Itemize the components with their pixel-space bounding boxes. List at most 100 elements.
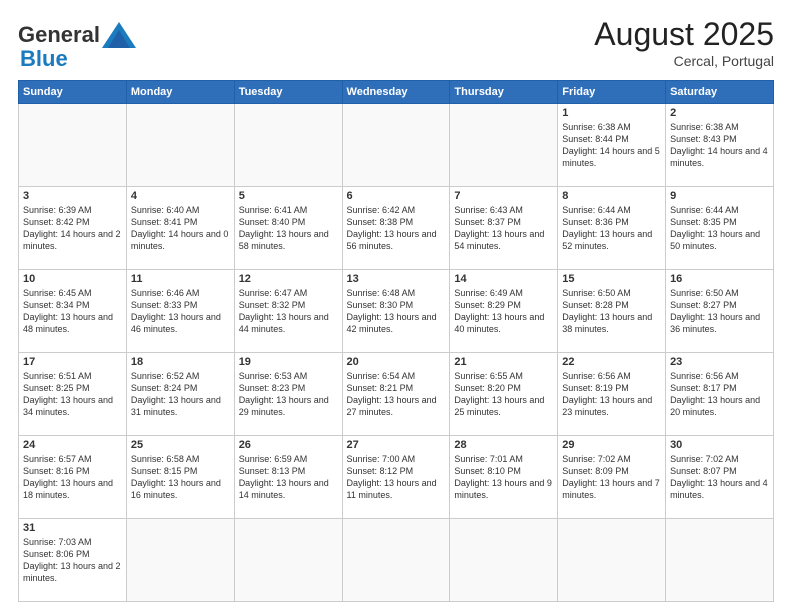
day-info: Sunrise: 7:02 AM Sunset: 8:07 PM Dayligh… — [670, 453, 769, 502]
table-row — [126, 519, 234, 602]
col-monday: Monday — [126, 81, 234, 104]
col-wednesday: Wednesday — [342, 81, 450, 104]
col-thursday: Thursday — [450, 81, 558, 104]
table-row: 23Sunrise: 6:56 AM Sunset: 8:17 PM Dayli… — [666, 353, 774, 436]
day-info: Sunrise: 6:53 AM Sunset: 8:23 PM Dayligh… — [239, 370, 338, 419]
day-number: 31 — [23, 522, 122, 534]
day-number: 15 — [562, 273, 661, 285]
day-number: 3 — [23, 190, 122, 202]
day-info: Sunrise: 6:40 AM Sunset: 8:41 PM Dayligh… — [131, 204, 230, 253]
day-number: 12 — [239, 273, 338, 285]
day-info: Sunrise: 6:56 AM Sunset: 8:19 PM Dayligh… — [562, 370, 661, 419]
table-row — [450, 104, 558, 187]
day-info: Sunrise: 6:58 AM Sunset: 8:15 PM Dayligh… — [131, 453, 230, 502]
day-number: 18 — [131, 356, 230, 368]
day-info: Sunrise: 6:49 AM Sunset: 8:29 PM Dayligh… — [454, 287, 553, 336]
day-number: 30 — [670, 439, 769, 451]
day-info: Sunrise: 6:39 AM Sunset: 8:42 PM Dayligh… — [23, 204, 122, 253]
table-row: 11Sunrise: 6:46 AM Sunset: 8:33 PM Dayli… — [126, 270, 234, 353]
calendar-header-row: Sunday Monday Tuesday Wednesday Thursday… — [19, 81, 774, 104]
col-tuesday: Tuesday — [234, 81, 342, 104]
table-row — [234, 104, 342, 187]
day-number: 2 — [670, 107, 769, 119]
table-row: 19Sunrise: 6:53 AM Sunset: 8:23 PM Dayli… — [234, 353, 342, 436]
logo-text: General Blue — [18, 16, 138, 72]
table-row: 16Sunrise: 6:50 AM Sunset: 8:27 PM Dayli… — [666, 270, 774, 353]
day-info: Sunrise: 6:56 AM Sunset: 8:17 PM Dayligh… — [670, 370, 769, 419]
day-number: 4 — [131, 190, 230, 202]
table-row: 7 Sunrise: 6:43 AM Sunset: 8:37 PM Daylig… — [450, 187, 558, 270]
table-row: 3 Sunrise: 6:39 AM Sunset: 8:42 PM Daylig… — [19, 187, 127, 270]
table-row: 22 Sunrise: 6:56 AM Sunset: 8:19 PM Dayli… — [558, 353, 666, 436]
logo: General Blue — [18, 16, 138, 72]
day-number: 28 — [454, 439, 553, 451]
table-row: 20 Sunrise: 6:54 AM Sunset: 8:21 PM Dayli… — [342, 353, 450, 436]
table-row: 10 Sunrise: 6:45 AM Sunset: 8:34 PM Dayli… — [19, 270, 127, 353]
table-row: 13 Sunrise: 6:48 AM Sunset: 8:30 PM Dayli… — [342, 270, 450, 353]
table-row — [342, 519, 450, 602]
day-info: Sunrise: 6:47 AM Sunset: 8:32 PM Dayligh… — [239, 287, 338, 336]
table-row: 15 Sunrise: 6:50 AM Sunset: 8:28 PM Dayli… — [558, 270, 666, 353]
table-row — [666, 519, 774, 602]
table-row: 30 Sunrise: 7:02 AM Sunset: 8:07 PM Dayli… — [666, 436, 774, 519]
day-number: 21 — [454, 356, 553, 368]
day-info: Sunrise: 7:00 AM Sunset: 8:12 PM Dayligh… — [347, 453, 446, 502]
day-number: 9 — [670, 190, 769, 202]
day-info: Sunrise: 6:43 AM Sunset: 8:37 PM Dayligh… — [454, 204, 553, 253]
day-number: 26 — [239, 439, 338, 451]
day-number: 13 — [347, 273, 446, 285]
day-info: Sunrise: 6:50 AM Sunset: 8:28 PM Dayligh… — [562, 287, 661, 336]
table-row: 8Sunrise: 6:44 AM Sunset: 8:36 PM Daylig… — [558, 187, 666, 270]
table-row: 27 Sunrise: 7:00 AM Sunset: 8:12 PM Dayli… — [342, 436, 450, 519]
day-info: Sunrise: 6:41 AM Sunset: 8:40 PM Dayligh… — [239, 204, 338, 253]
day-number: 17 — [23, 356, 122, 368]
table-row — [234, 519, 342, 602]
day-info: Sunrise: 6:46 AM Sunset: 8:33 PM Dayligh… — [131, 287, 230, 336]
col-saturday: Saturday — [666, 81, 774, 104]
day-info: Sunrise: 6:51 AM Sunset: 8:25 PM Dayligh… — [23, 370, 122, 419]
day-info: Sunrise: 6:50 AM Sunset: 8:27 PM Dayligh… — [670, 287, 769, 336]
header: General Blue August 2025 Cercal, Portuga… — [18, 16, 774, 72]
table-row: 31Sunrise: 7:03 AM Sunset: 8:06 PM Dayli… — [19, 519, 127, 602]
day-info: Sunrise: 6:57 AM Sunset: 8:16 PM Dayligh… — [23, 453, 122, 502]
day-number: 22 — [562, 356, 661, 368]
day-info: Sunrise: 6:42 AM Sunset: 8:38 PM Dayligh… — [347, 204, 446, 253]
day-info: Sunrise: 6:55 AM Sunset: 8:20 PM Dayligh… — [454, 370, 553, 419]
day-info: Sunrise: 6:38 AM Sunset: 8:44 PM Dayligh… — [562, 121, 661, 170]
table-row: 1 Sunrise: 6:38 AM Sunset: 8:44 PM Daylig… — [558, 104, 666, 187]
day-info: Sunrise: 6:59 AM Sunset: 8:13 PM Dayligh… — [239, 453, 338, 502]
day-number: 20 — [347, 356, 446, 368]
day-info: Sunrise: 6:54 AM Sunset: 8:21 PM Dayligh… — [347, 370, 446, 419]
table-row: 2Sunrise: 6:38 AM Sunset: 8:43 PM Daylig… — [666, 104, 774, 187]
day-number: 14 — [454, 273, 553, 285]
day-info: Sunrise: 6:45 AM Sunset: 8:34 PM Dayligh… — [23, 287, 122, 336]
day-number: 1 — [562, 107, 661, 119]
day-info: Sunrise: 7:02 AM Sunset: 8:09 PM Dayligh… — [562, 453, 661, 502]
day-info: Sunrise: 6:44 AM Sunset: 8:35 PM Dayligh… — [670, 204, 769, 253]
table-row: 24 Sunrise: 6:57 AM Sunset: 8:16 PM Dayli… — [19, 436, 127, 519]
day-number: 6 — [347, 190, 446, 202]
logo-icon — [100, 16, 138, 54]
table-row: 6 Sunrise: 6:42 AM Sunset: 8:38 PM Daylig… — [342, 187, 450, 270]
location: Cercal, Portugal — [594, 53, 774, 69]
table-row — [19, 104, 127, 187]
calendar-table: Sunday Monday Tuesday Wednesday Thursday… — [18, 80, 774, 602]
day-number: 8 — [562, 190, 661, 202]
col-sunday: Sunday — [19, 81, 127, 104]
day-info: Sunrise: 6:48 AM Sunset: 8:30 PM Dayligh… — [347, 287, 446, 336]
day-number: 29 — [562, 439, 661, 451]
table-row: 14 Sunrise: 6:49 AM Sunset: 8:29 PM Dayli… — [450, 270, 558, 353]
table-row: 25Sunrise: 6:58 AM Sunset: 8:15 PM Dayli… — [126, 436, 234, 519]
day-number: 7 — [454, 190, 553, 202]
table-row — [450, 519, 558, 602]
table-row — [342, 104, 450, 187]
col-friday: Friday — [558, 81, 666, 104]
table-row: 26 Sunrise: 6:59 AM Sunset: 8:13 PM Dayli… — [234, 436, 342, 519]
page: General Blue August 2025 Cercal, Portuga… — [0, 0, 792, 612]
day-number: 27 — [347, 439, 446, 451]
day-number: 10 — [23, 273, 122, 285]
day-number: 5 — [239, 190, 338, 202]
table-row: 5 Sunrise: 6:41 AM Sunset: 8:40 PM Daylig… — [234, 187, 342, 270]
table-row: 4 Sunrise: 6:40 AM Sunset: 8:41 PM Daylig… — [126, 187, 234, 270]
day-number: 24 — [23, 439, 122, 451]
